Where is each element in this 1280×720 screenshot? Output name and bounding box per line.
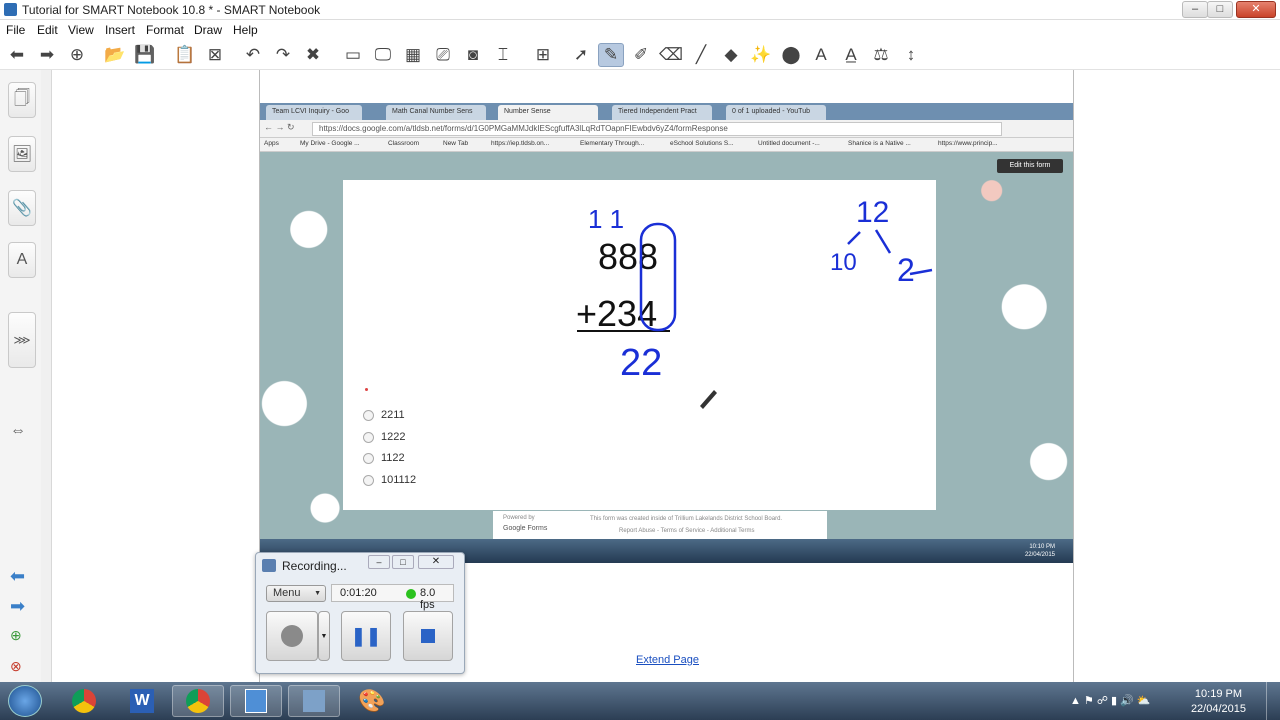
- decomposition-branch: [847, 231, 861, 245]
- stop-button[interactable]: [403, 611, 453, 661]
- frame-rate: 8.0 fps: [420, 587, 436, 611]
- addend-bottom: +234: [576, 293, 657, 334]
- recorder-menu[interactable]: Menu ▼: [266, 585, 326, 602]
- pen-cursor-icon: [700, 390, 717, 409]
- partial-sum: 22: [620, 342, 662, 384]
- recorder-window: Recording... – □ ✕ Menu ▼ 0:01:20 8.0 fps…: [255, 552, 465, 674]
- recorder-maximize-button[interactable]: □: [392, 555, 414, 569]
- extend-page-link[interactable]: Extend Page: [636, 654, 699, 666]
- taskbar-chrome-open[interactable]: [172, 685, 224, 717]
- recorder-minimize-button[interactable]: –: [368, 555, 390, 569]
- record-button[interactable]: [266, 611, 318, 661]
- recorder-title: Recording...: [282, 559, 347, 573]
- recorder-close-button[interactable]: ✕: [418, 555, 454, 569]
- carry-marks: 1 1: [588, 204, 624, 234]
- taskbar-recorder[interactable]: [288, 685, 340, 717]
- decomposition-ten: 10: [830, 249, 857, 276]
- system-clock[interactable]: 10:19 PM 22/04/2015: [1191, 687, 1246, 717]
- show-desktop-button[interactable]: [1266, 682, 1280, 720]
- chrome-icon: [72, 689, 96, 713]
- windows-taskbar: W 🎨 ▲ ⚑ ☍ ▮ 🔊 ⛅ 10:19 PM 22/04/2015: [0, 682, 1280, 720]
- notebook-icon: [245, 689, 267, 713]
- taskbar-chrome[interactable]: [58, 685, 110, 717]
- record-icon: [281, 625, 303, 647]
- canvas-scrollbar[interactable]: [1272, 290, 1280, 570]
- paint-icon: 🎨: [358, 688, 386, 713]
- decomposition-branch: [874, 229, 892, 254]
- taskbar-paint[interactable]: 🎨: [346, 685, 398, 717]
- stop-icon: [421, 629, 435, 643]
- pause-icon: ❚❚: [350, 625, 382, 646]
- elapsed-time: 0:01:20: [340, 587, 377, 599]
- recorder-status: 0:01:20 8.0 fps: [331, 584, 454, 611]
- status-light-icon: [406, 589, 416, 599]
- word-icon: W: [130, 689, 154, 713]
- taskbar-word[interactable]: W: [116, 685, 168, 717]
- taskbar-smart-notebook[interactable]: [230, 685, 282, 717]
- chrome-icon: [186, 689, 210, 713]
- recorder-icon: [262, 559, 276, 572]
- recorder-app-icon: [303, 690, 325, 712]
- ink-layer: 888 +234 1 1 22 12 10 2: [576, 196, 933, 409]
- start-button[interactable]: [8, 685, 42, 717]
- addend-top: 888: [598, 236, 658, 277]
- decomposition-two: 2: [897, 252, 915, 288]
- decomposition-total: 12: [856, 196, 889, 229]
- tray-icons[interactable]: ▲ ⚑ ☍ ▮ 🔊 ⛅: [1070, 694, 1151, 707]
- record-options-button[interactable]: ▼: [318, 611, 330, 661]
- pause-button[interactable]: ❚❚: [341, 611, 391, 661]
